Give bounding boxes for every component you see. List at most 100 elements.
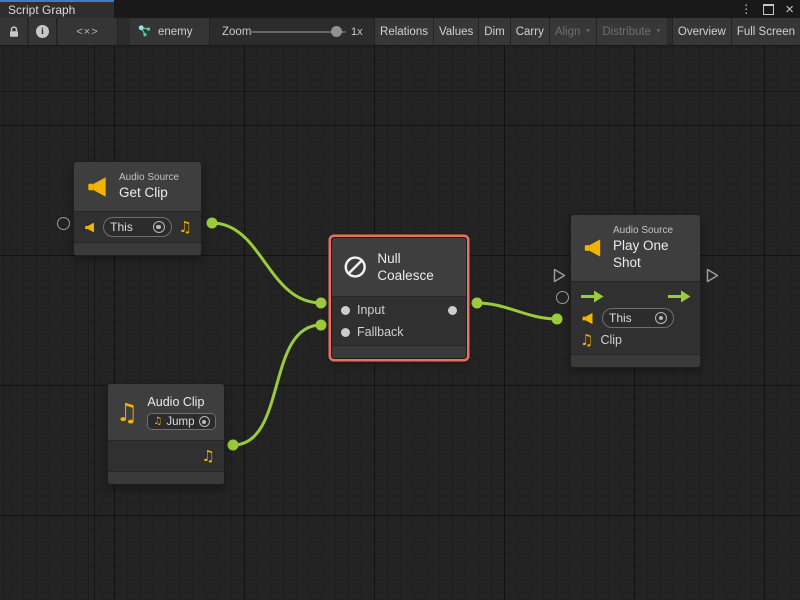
port-label: Clip [600, 333, 622, 347]
node-subtitle: Audio Source [119, 172, 179, 184]
tab-title: Script Graph [8, 3, 75, 17]
close-icon[interactable]: × [785, 2, 794, 17]
port-row-this: This [571, 307, 700, 329]
graph-canvas[interactable]: Audio Source Get Clip This ♫ [0, 46, 800, 600]
code-view-button[interactable]: <×> [58, 18, 118, 45]
button-label: Overview [678, 26, 726, 38]
control-output-port[interactable] [706, 268, 719, 283]
audio-source-icon [84, 174, 110, 200]
node-header: Null Coalesce [332, 238, 466, 297]
node-audio-clip[interactable]: ♫ Audio Clip ♫ Jump ♫ [107, 383, 225, 485]
connected-port[interactable] [228, 440, 239, 451]
info-button[interactable]: i [29, 18, 57, 45]
audio-source-icon [580, 311, 595, 326]
audio-clip-icon: ♫ [580, 333, 593, 348]
input-port[interactable] [341, 306, 350, 315]
object-picker-icon[interactable] [153, 221, 165, 233]
audio-clip-icon: ♫ [153, 417, 162, 427]
connected-port[interactable] [207, 218, 218, 229]
connected-port[interactable] [316, 298, 327, 309]
object-picker-icon[interactable] [199, 416, 210, 427]
fallback-port[interactable] [341, 328, 350, 337]
node-header: ♫ Audio Clip ♫ Jump [108, 384, 224, 441]
node-header: Audio Source Play One Shot [571, 215, 700, 282]
lock-button[interactable] [0, 18, 28, 45]
node-title: Get Clip [119, 184, 179, 201]
button-label: Dim [484, 26, 504, 38]
wire-audioclip-to-fallback [233, 325, 321, 445]
node-footer [74, 242, 201, 255]
button-label: Full Screen [737, 26, 795, 38]
button-label: Distribute [602, 26, 651, 38]
window-controls: ⋮ × [740, 0, 794, 18]
audio-clip-output-icon: ♫ [179, 220, 192, 235]
node-title: Audio Clip [147, 394, 215, 411]
control-output-arrow-icon[interactable] [667, 290, 691, 303]
lock-icon [7, 25, 21, 39]
this-field-value: This [110, 220, 133, 234]
distribute-dropdown[interactable]: Distribute ▼ [596, 18, 667, 45]
node-subtitle: Audio Source [613, 225, 690, 237]
node-footer [571, 354, 700, 367]
port-label: Fallback [357, 325, 404, 339]
object-picker-icon[interactable] [655, 312, 667, 324]
audio-source-icon [83, 220, 96, 235]
zoom-slider-handle[interactable] [331, 26, 342, 37]
button-label: Carry [516, 26, 544, 38]
connected-port[interactable] [552, 314, 563, 325]
node-footer [332, 345, 466, 358]
node-play-one-shot[interactable]: Audio Source Play One Shot [570, 214, 701, 368]
control-flow-row [571, 285, 700, 307]
graph-toolbar: i <×> enemy Zoom 1x Relations Values Dim… [0, 18, 800, 46]
port-row-input: Input [332, 299, 466, 321]
node-null-coalesce[interactable]: Null Coalesce Input Fallback [331, 237, 467, 359]
result-output-port[interactable] [448, 306, 457, 315]
port-row-fallback: Fallback [332, 321, 466, 343]
relations-button[interactable]: Relations [374, 18, 433, 45]
control-input-port[interactable] [553, 268, 566, 283]
port-this-unconnected[interactable] [556, 291, 569, 304]
audio-clip-output-icon: ♫ [202, 449, 215, 464]
zoom-label: Zoom [222, 18, 251, 45]
chevron-down-icon: ▼ [584, 28, 591, 35]
connected-port[interactable] [472, 298, 483, 309]
button-label: Align [555, 26, 581, 38]
port-row-this: This ♫ [74, 216, 201, 238]
align-dropdown[interactable]: Align ▼ [549, 18, 597, 45]
carry-button[interactable]: Carry [510, 18, 549, 45]
node-footer [108, 471, 224, 484]
chevron-down-icon: ▼ [655, 28, 662, 35]
maximize-icon[interactable] [763, 4, 774, 15]
dim-button[interactable]: Dim [478, 18, 509, 45]
wire-getclip-to-input [212, 223, 321, 303]
this-object-field[interactable]: This [103, 217, 171, 237]
audio-clip-icon: ♫ [116, 400, 138, 425]
script-graph-icon [137, 24, 152, 39]
graph-name: enemy [158, 26, 193, 38]
window-tab-strip: Script Graph ⋮ × [0, 0, 800, 18]
overview-button[interactable]: Overview [672, 18, 731, 45]
control-input-arrow-icon[interactable] [580, 290, 604, 303]
node-title: Play One Shot [613, 237, 690, 271]
full-screen-button[interactable]: Full Screen [731, 18, 800, 45]
values-button[interactable]: Values [433, 18, 478, 45]
port-this-unconnected[interactable] [57, 217, 70, 230]
node-header: Audio Source Get Clip [74, 162, 201, 212]
null-coalesce-icon [342, 253, 368, 281]
output-row: ♫ [108, 445, 224, 467]
button-label: Values [439, 26, 473, 38]
tab-script-graph[interactable]: Script Graph [0, 0, 114, 18]
code-icon: <×> [76, 26, 98, 38]
this-object-field[interactable]: This [602, 308, 674, 328]
node-title: Null Coalesce [377, 250, 456, 284]
connected-port[interactable] [316, 320, 327, 331]
this-field-value: This [609, 311, 632, 325]
window-menu-icon[interactable]: ⋮ [740, 3, 752, 15]
audio-clip-object-field[interactable]: ♫ Jump [147, 413, 215, 430]
port-row-clip: ♫ Clip [571, 329, 700, 351]
info-icon: i [36, 25, 49, 38]
clip-field-value: Jump [166, 416, 194, 428]
toolbar-buttons: Relations Values Dim Carry Align ▼ Distr… [374, 18, 800, 45]
graph-selector[interactable]: enemy [130, 18, 210, 45]
node-get-clip[interactable]: Audio Source Get Clip This ♫ [73, 161, 202, 256]
